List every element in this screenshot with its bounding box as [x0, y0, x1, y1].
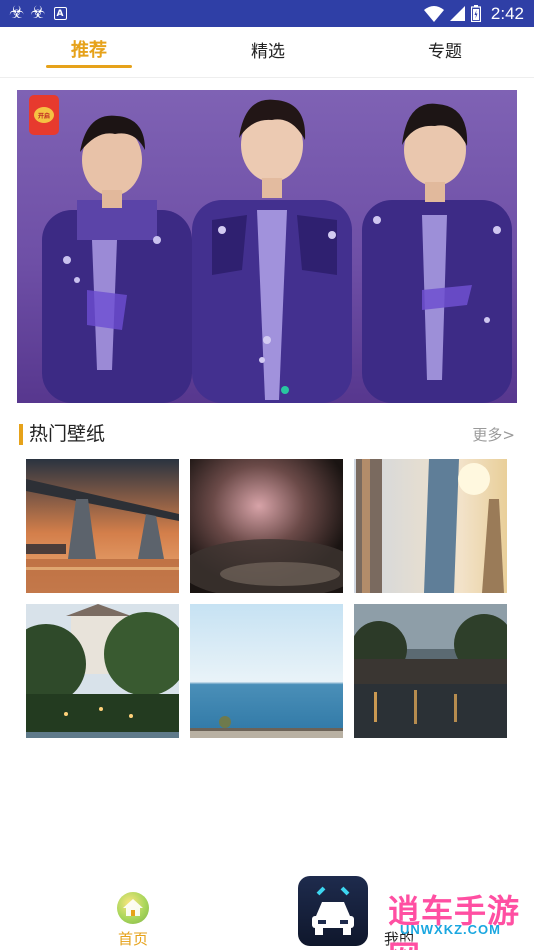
car-logo-icon	[298, 876, 368, 946]
nav-home[interactable]: 首页	[108, 892, 158, 950]
banner-figure-left	[42, 115, 192, 403]
wallpaper-thumb-bridge[interactable]	[26, 459, 179, 593]
wifi-icon	[423, 5, 444, 22]
bug-icon: ☣	[30, 3, 46, 23]
banner-image	[42, 99, 512, 403]
more-link[interactable]: 更多>	[472, 426, 515, 444]
watermark-url: UNWXKZ.COM	[400, 922, 501, 937]
watermark-text: 逍车手游网	[388, 892, 521, 950]
active-tab-indicator	[46, 65, 132, 68]
tab-topics[interactable]: 专题	[402, 27, 488, 71]
status-right: 2:42	[423, 0, 524, 27]
wallpaper-thumb-river-town[interactable]	[354, 604, 507, 738]
home-label: 首页	[117, 930, 148, 948]
red-packet-label: 开启	[34, 107, 54, 123]
a-notification-icon: A	[53, 7, 67, 20]
banner-figure-middle	[192, 99, 352, 403]
wallpaper-thumb-castle[interactable]	[26, 604, 179, 738]
home-icon	[117, 892, 149, 924]
status-left: ☣ ☣ A	[9, 5, 67, 22]
battery-icon	[470, 5, 481, 22]
wallpaper-thumb-sea[interactable]	[190, 604, 343, 738]
banner-carousel[interactable]: 开启	[17, 90, 517, 403]
banner-figure-right	[362, 103, 512, 403]
status-bar: ☣ ☣ A 2:42	[0, 0, 534, 27]
carousel-indicator	[281, 386, 289, 394]
red-packet-icon[interactable]: 开启	[29, 95, 59, 135]
bug-icon: ☣	[9, 3, 25, 23]
wallpaper-thumb-macro[interactable]	[190, 459, 343, 593]
top-tabs: 推荐 精选 专题	[0, 27, 534, 78]
tab-featured[interactable]: 精选	[225, 27, 311, 71]
signal-icon	[449, 6, 465, 21]
section-accent-bar	[19, 424, 23, 445]
section-title: 热门壁纸	[29, 423, 106, 445]
wallpaper-thumb-skyscrapers[interactable]	[354, 459, 507, 593]
clock: 2:42	[490, 3, 524, 23]
hot-wallpapers-header: 热门壁纸 更多>	[19, 422, 515, 446]
